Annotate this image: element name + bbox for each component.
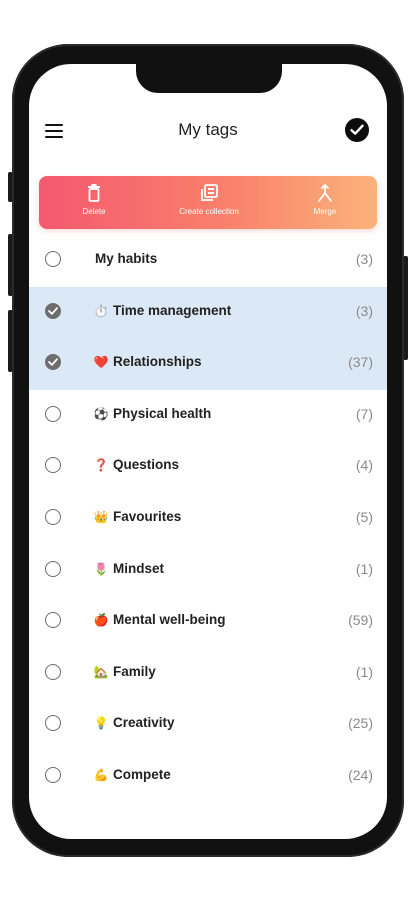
- delete-label: Delete: [82, 207, 106, 216]
- tag-emoji-icon: 💪: [93, 767, 109, 782]
- radio-button[interactable]: [45, 715, 61, 732]
- bulk-action-bar: Delete Create collection Merge: [39, 176, 377, 229]
- tag-emoji-icon: 🌷: [93, 561, 109, 576]
- merge-label: Merge: [313, 207, 337, 216]
- tag-name: My habits: [95, 251, 158, 266]
- app-screen: My tags Delete Create collection Merge M…: [29, 64, 387, 839]
- tag-row[interactable]: ⚽ Physical health (7): [29, 390, 387, 442]
- tag-count: (1): [355, 560, 373, 577]
- tag-row[interactable]: My habits (3): [29, 235, 387, 287]
- radio-button[interactable]: [45, 766, 61, 783]
- trash-icon: [88, 184, 100, 202]
- tag-count: (5): [355, 508, 373, 525]
- tag-emoji-icon: ⚽: [93, 406, 109, 421]
- tag-name: Relationships: [113, 354, 202, 370]
- checked-radio-icon[interactable]: [45, 354, 61, 371]
- tag-count: (24): [348, 766, 373, 783]
- tag-row[interactable]: 🏡 Family (1): [29, 648, 387, 700]
- tag-count: (3): [355, 302, 373, 319]
- tag-name: Physical health: [113, 405, 212, 421]
- delete-button[interactable]: Delete: [69, 183, 119, 225]
- tag-row[interactable]: ❓ Questions (4): [29, 441, 387, 493]
- radio-button[interactable]: [45, 663, 61, 680]
- tag-list: My habits (3) ⏱️ Time management (3) ❤️ Relati…: [29, 235, 387, 803]
- tag-count: (59): [348, 612, 373, 629]
- merge-button[interactable]: Merge: [301, 183, 349, 225]
- tag-count: (3): [355, 251, 373, 267]
- tag-row[interactable]: 💡 Creativity (25): [29, 699, 387, 751]
- tag-row[interactable]: 🌷 Mindset (1): [29, 545, 387, 597]
- tag-name: Mindset: [113, 560, 165, 576]
- merge-icon: [318, 183, 332, 202]
- tag-name: Family: [113, 663, 156, 679]
- tag-name: Time management: [113, 302, 232, 318]
- tag-row[interactable]: ⏱️ Time management (3): [29, 286, 387, 339]
- tag-count: (1): [355, 663, 373, 680]
- radio-button[interactable]: [45, 457, 61, 474]
- tag-emoji-icon: 🍎: [93, 613, 109, 628]
- tag-emoji-icon: 👑: [93, 509, 109, 524]
- radio-button[interactable]: [45, 251, 61, 267]
- notch: [136, 64, 282, 93]
- tag-row[interactable]: 💪 Compete (24): [29, 751, 387, 803]
- tag-emoji-icon: ❤️: [93, 355, 109, 370]
- tag-count: (7): [355, 405, 373, 422]
- radio-button[interactable]: [45, 612, 61, 629]
- tag-count: (37): [348, 354, 373, 371]
- tag-name: Favourites: [113, 508, 182, 524]
- tag-emoji-icon: 💡: [93, 716, 109, 731]
- tag-name: Compete: [113, 766, 171, 782]
- top-bar: My tags: [29, 104, 387, 158]
- radio-button[interactable]: [45, 405, 61, 422]
- create-collection-button[interactable]: Create collection: [159, 183, 259, 225]
- tag-row[interactable]: ❤️ Relationships (37): [29, 338, 387, 390]
- tag-emoji-icon: ❓: [93, 458, 109, 473]
- tag-count: (4): [355, 457, 373, 474]
- radio-button[interactable]: [45, 508, 61, 525]
- tag-count: (25): [348, 715, 373, 732]
- radio-button[interactable]: [45, 560, 61, 577]
- tag-name: Mental well-being: [113, 612, 226, 628]
- tag-row[interactable]: 🍎 Mental well-being (59): [29, 596, 387, 648]
- tag-emoji-icon: 🏡: [93, 664, 109, 679]
- collection-icon: [201, 184, 218, 201]
- page-title: My tags: [178, 120, 238, 139]
- confirm-check-icon[interactable]: [345, 118, 369, 142]
- create-collection-label: Create collection: [179, 207, 239, 216]
- tag-emoji-icon: ⏱️: [93, 303, 109, 318]
- tag-row[interactable]: 👑 Favourites (5): [29, 493, 387, 545]
- tag-name: Questions: [113, 457, 180, 473]
- tag-name: Creativity: [113, 715, 175, 731]
- checked-radio-icon[interactable]: [45, 302, 61, 319]
